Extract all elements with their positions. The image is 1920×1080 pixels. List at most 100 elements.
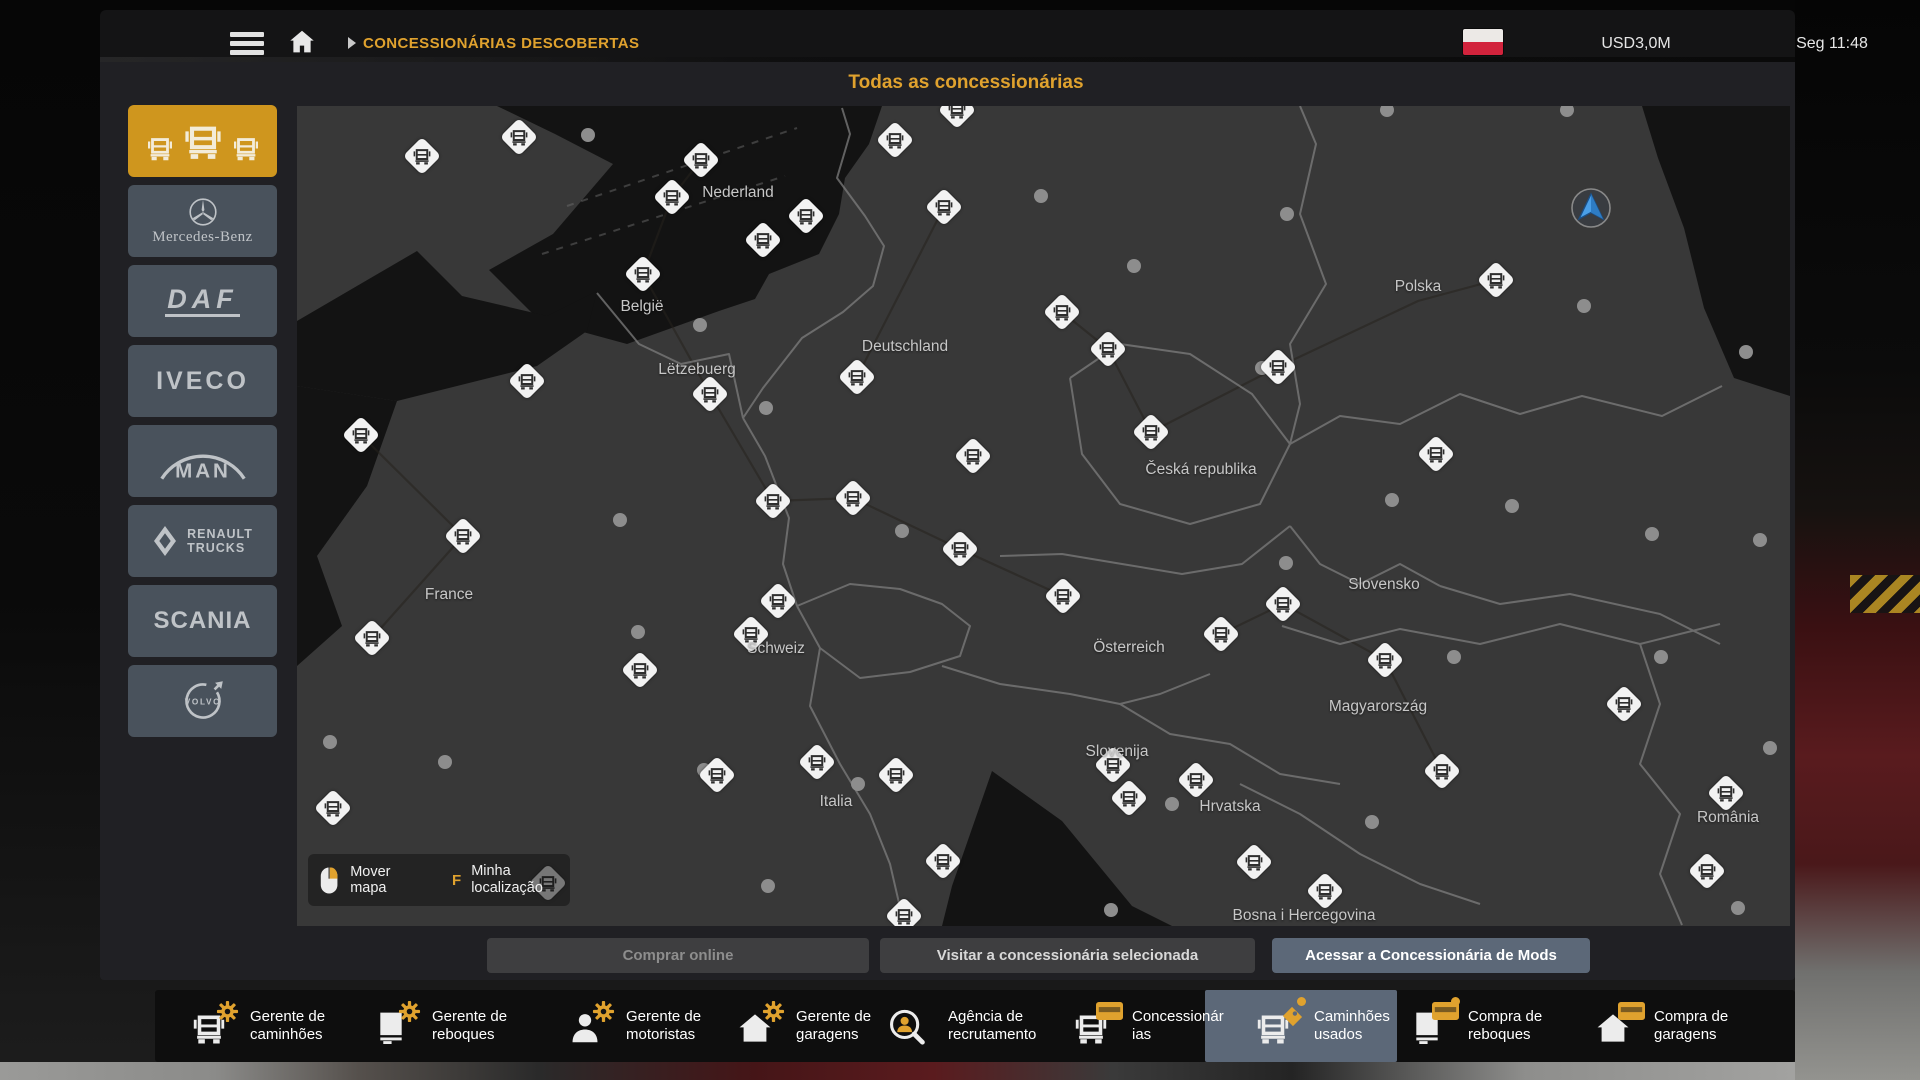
dealer-marker[interactable] — [1477, 261, 1515, 299]
dealer-marker[interactable] — [941, 530, 979, 568]
brand-filter-iveco[interactable]: IVECO — [128, 345, 277, 417]
dealer-marker[interactable] — [1605, 685, 1643, 723]
brand-filter-daf[interactable]: DAF — [128, 265, 277, 337]
menu-hamburger-button[interactable] — [230, 30, 264, 57]
toolbar-item-label: Gerente de reboques — [432, 1008, 528, 1044]
country-label: Deutschland — [862, 338, 948, 356]
trailer-purchase-icon — [1408, 1005, 1448, 1047]
toolbar-item-trailer-manager[interactable]: Gerente de reboques — [372, 990, 528, 1062]
dealer-marker[interactable] — [924, 842, 962, 880]
dealer-marker[interactable] — [624, 255, 662, 293]
dealer-marker[interactable] — [1688, 852, 1726, 890]
country-label: Česká republika — [1145, 461, 1256, 479]
dealer-marker[interactable] — [954, 437, 992, 475]
brand-filter-volvo[interactable]: VOLVO — [128, 665, 277, 737]
city-dot — [1739, 345, 1753, 359]
dealer-marker[interactable] — [1259, 348, 1297, 386]
city-dot — [1280, 207, 1294, 221]
dealer-marker[interactable] — [353, 619, 391, 657]
dealer-marker[interactable] — [1264, 585, 1302, 623]
toolbar-item-truck-manager[interactable]: Gerente de caminhões — [190, 990, 346, 1062]
brand-filter-all-trucks[interactable] — [128, 105, 277, 177]
brand-filter-scania[interactable]: SCANIA — [128, 585, 277, 657]
city-dot — [759, 401, 773, 415]
dealer-marker[interactable] — [1044, 577, 1082, 615]
dealer-marker[interactable] — [314, 789, 352, 827]
dealer-marker[interactable] — [1417, 435, 1455, 473]
dealer-marker[interactable] — [759, 582, 797, 620]
dealer-marker[interactable] — [1132, 413, 1170, 451]
city-dot — [1165, 797, 1179, 811]
dealer-marker[interactable] — [508, 362, 546, 400]
dealer-marker[interactable] — [698, 756, 736, 794]
dealer-marker[interactable] — [1235, 843, 1273, 881]
brand-label: RENAULT — [187, 527, 253, 541]
dealer-marker[interactable] — [876, 121, 914, 159]
dealer-marker[interactable] — [885, 897, 923, 926]
toolbar-item-driver-manager[interactable]: Gerente de motoristas — [566, 990, 722, 1062]
toolbar-item-trailer-purchase[interactable]: Compra de reboques — [1408, 990, 1564, 1062]
dealer-marker[interactable] — [1177, 761, 1215, 799]
dealer-marker[interactable] — [653, 178, 691, 216]
player-location-icon — [1568, 185, 1614, 231]
app-root: CONCESSIONÁRIAS DESCOBERTAS USD3,0M Seg … — [0, 0, 1920, 1080]
dealer-marker[interactable] — [342, 416, 380, 454]
dealer-marker[interactable] — [834, 479, 872, 517]
dealer-marker[interactable] — [1110, 779, 1148, 817]
city-dot — [895, 524, 909, 538]
dealer-marker[interactable] — [1366, 641, 1404, 679]
breadcrumb: CONCESSIONÁRIAS DESCOBERTAS — [363, 35, 639, 52]
city-dot — [1104, 903, 1118, 917]
brand-filter-renault-trucks[interactable]: RENAULT TRUCKS — [128, 505, 277, 577]
city-dot — [631, 625, 645, 639]
dealer-marker[interactable] — [744, 221, 782, 259]
home-button[interactable] — [286, 27, 318, 59]
dealer-marker[interactable] — [754, 482, 792, 520]
dealer-marker[interactable] — [691, 375, 729, 413]
hazard-stripes — [1850, 575, 1920, 613]
mercedes-star-icon — [188, 197, 218, 227]
map-hint-bar: Mover mapa F Minha localização — [308, 854, 570, 906]
dealer-marker[interactable] — [1089, 330, 1127, 368]
dealer-marker[interactable] — [1306, 872, 1344, 910]
dealer-marker[interactable] — [938, 106, 976, 129]
toolbar-item-garage-purchase[interactable]: Compra de garagens — [1594, 990, 1750, 1062]
dealer-marker[interactable] — [798, 743, 836, 781]
dealers-icon — [1072, 1005, 1112, 1047]
dealer-marker[interactable] — [500, 118, 538, 156]
visit-dealer-button[interactable]: Visitar a concessionária selecionada — [880, 938, 1255, 973]
dealer-marker[interactable] — [787, 197, 825, 235]
country-label: Magyarország — [1329, 698, 1427, 716]
toolbar-item-used-trucks[interactable]: Caminhões usados — [1254, 990, 1410, 1062]
buy-online-button[interactable]: Comprar online — [487, 938, 869, 973]
truck-manager-icon — [190, 1005, 230, 1047]
city-dot — [323, 735, 337, 749]
mod-dealer-button[interactable]: Acessar a Concessionária de Mods — [1272, 938, 1590, 973]
poland-flag-icon — [1463, 29, 1503, 55]
dealer-map[interactable]: NederlandBelgiëLëtzebuergDeutschlandPols… — [297, 106, 1790, 926]
toolbar-item-recruitment-agency[interactable]: Agência de recrutamento — [888, 990, 1042, 1062]
garage-purchase-icon — [1594, 1005, 1634, 1047]
dealer-marker[interactable] — [1423, 752, 1461, 790]
brand-filter-mercedes-benz[interactable]: Mercedes-Benz — [128, 185, 277, 257]
garage-scene-bottom — [0, 1062, 1795, 1080]
dealer-marker[interactable] — [403, 137, 441, 175]
dealer-marker[interactable] — [621, 651, 659, 689]
toolbar-item-label: Agência de recrutamento — [948, 1008, 1042, 1044]
dealer-marker[interactable] — [1202, 615, 1240, 653]
volvo-logo-icon: VOLVO — [181, 679, 225, 723]
dealer-marker[interactable] — [682, 141, 720, 179]
brand-label: IVECO — [156, 367, 249, 396]
dealer-marker[interactable] — [838, 358, 876, 396]
dealer-marker[interactable] — [444, 517, 482, 555]
country-label: Slovensko — [1348, 576, 1420, 594]
toolbar-item-dealers[interactable]: Concessionárias — [1072, 990, 1226, 1062]
toolbar-item-garage-manager[interactable]: Gerente de garagens — [736, 990, 892, 1062]
dealer-marker[interactable] — [925, 188, 963, 226]
dealer-marker[interactable] — [1707, 774, 1745, 812]
dealer-marker[interactable] — [877, 756, 915, 794]
dealer-marker[interactable] — [1043, 293, 1081, 331]
toolbar-item-label: Gerente de garagens — [796, 1008, 892, 1044]
city-dot — [1365, 815, 1379, 829]
brand-filter-man[interactable]: MAN — [128, 425, 277, 497]
